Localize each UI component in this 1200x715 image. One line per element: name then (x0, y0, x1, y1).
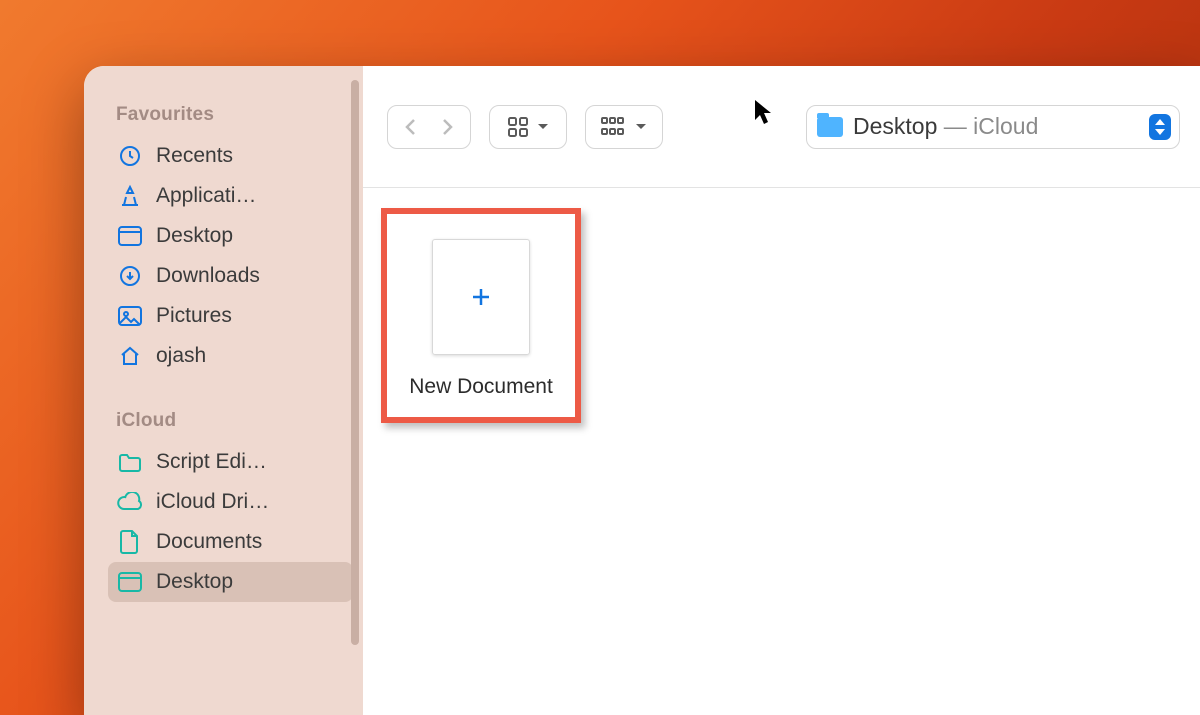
file-label: New Document (409, 375, 553, 399)
cloud-icon (116, 489, 144, 515)
new-document-thumb (432, 239, 530, 355)
desktop-icon (116, 223, 144, 249)
sidebar-item-label: Downloads (156, 264, 260, 288)
home-icon (116, 343, 144, 369)
cursor-icon (753, 98, 775, 126)
group-icon (601, 117, 627, 137)
sidebar-item-icloud-desktop[interactable]: Desktop (108, 562, 353, 602)
grid-icon (507, 116, 529, 138)
sidebar-item-label: iCloud Dri… (156, 490, 269, 514)
sidebar-item-label: Documents (156, 530, 262, 554)
sidebar-item-label: Pictures (156, 304, 232, 328)
sidebar-item-script-editor[interactable]: Script Edi… (108, 442, 353, 482)
plus-icon (469, 285, 493, 309)
nav-back-forward[interactable] (387, 105, 471, 149)
sidebar-item-label: Desktop (156, 224, 233, 248)
sidebar-item-label: Script Edi… (156, 450, 267, 474)
folder-icon (817, 117, 843, 137)
desktop-background: Favourites Recents Applicati… Desktop (0, 0, 1200, 715)
sidebar-item-label: Recents (156, 144, 233, 168)
sidebar-item-applications[interactable]: Applicati… (108, 176, 353, 216)
applications-icon (116, 183, 144, 209)
toolbar: Desktop — iCloud (363, 66, 1200, 188)
sidebar-item-pictures[interactable]: Pictures (108, 296, 353, 336)
view-mode-button[interactable] (489, 105, 567, 149)
up-down-icon (1149, 114, 1171, 140)
sidebar-item-icloud-drive[interactable]: iCloud Dri… (108, 482, 353, 522)
sidebar-section-icloud: iCloud (116, 410, 353, 432)
finder-window: Favourites Recents Applicati… Desktop (84, 66, 1200, 715)
location-label: Desktop — iCloud (853, 113, 1038, 140)
chevron-right-icon (440, 117, 454, 137)
content-area: Desktop — iCloud New Document (363, 66, 1200, 715)
sidebar: Favourites Recents Applicati… Desktop (84, 66, 363, 715)
group-by-button[interactable] (585, 105, 663, 149)
downloads-icon (116, 263, 144, 289)
clock-icon (116, 143, 144, 169)
sidebar-item-recents[interactable]: Recents (108, 136, 353, 176)
desktop-icon (116, 569, 144, 595)
folder-icon (116, 449, 144, 475)
sidebar-section-favourites: Favourites (116, 104, 353, 126)
sidebar-item-documents[interactable]: Documents (108, 522, 353, 562)
chevron-down-icon (635, 122, 647, 132)
chevron-left-icon (404, 117, 418, 137)
pictures-icon (116, 303, 144, 329)
file-grid[interactable]: New Document (363, 188, 1200, 715)
sidebar-item-desktop[interactable]: Desktop (108, 216, 353, 256)
sidebar-item-downloads[interactable]: Downloads (108, 256, 353, 296)
file-new-document[interactable]: New Document (381, 208, 581, 423)
sidebar-item-label: Applicati… (156, 184, 256, 208)
location-popup-button[interactable]: Desktop — iCloud (806, 105, 1180, 149)
sidebar-item-label: ojash (156, 344, 206, 368)
chevron-down-icon (537, 122, 549, 132)
sidebar-scrollbar[interactable] (351, 80, 359, 645)
document-icon (116, 529, 144, 555)
sidebar-item-home[interactable]: ojash (108, 336, 353, 376)
sidebar-item-label: Desktop (156, 570, 233, 594)
